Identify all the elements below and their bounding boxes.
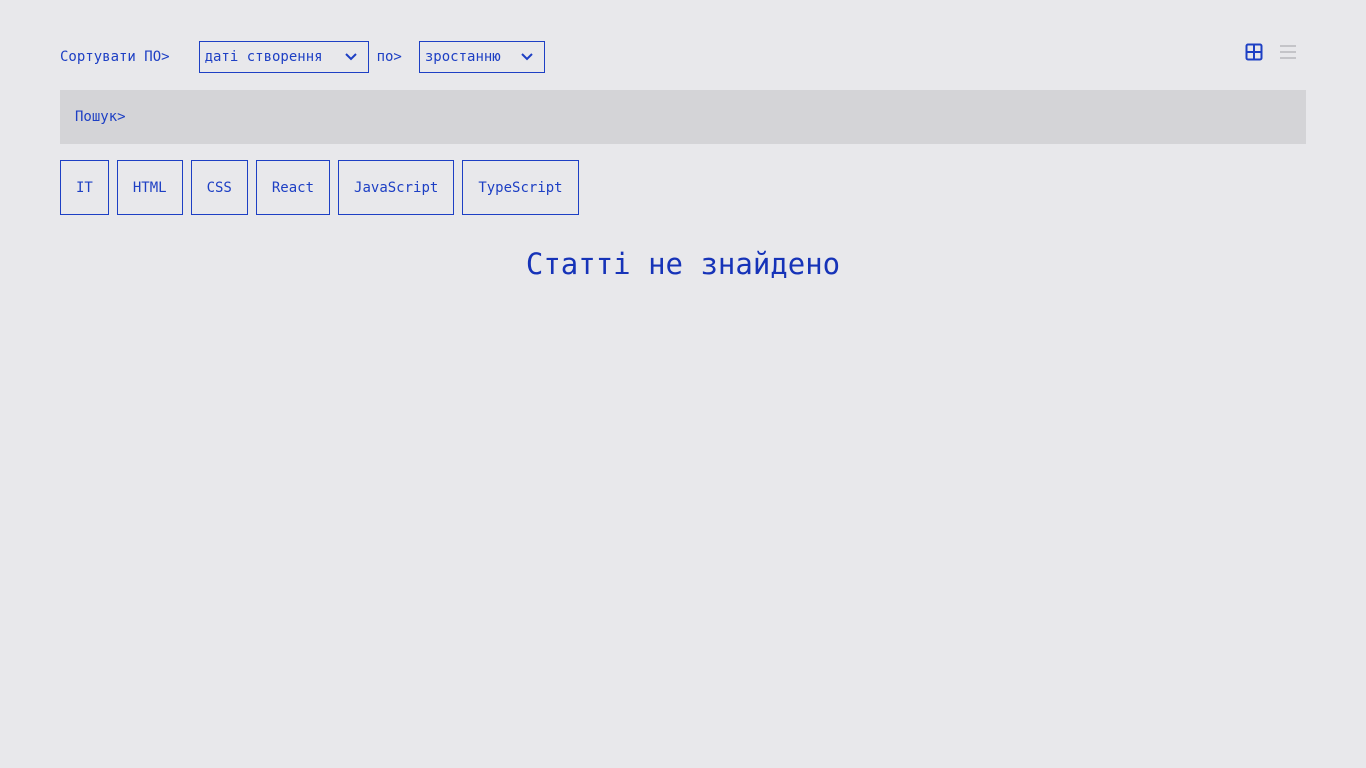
tag-css[interactable]: CSS [190, 160, 248, 215]
list-icon [1280, 45, 1296, 59]
tag-react[interactable]: React [255, 160, 331, 215]
chevron-down-icon [521, 53, 533, 61]
tag-javascript[interactable]: JavaScript [338, 160, 455, 215]
tag-html[interactable]: HTML [116, 160, 183, 215]
grid-view-button[interactable] [1244, 42, 1264, 62]
tag-list: IT HTML CSS React JavaScript TypeScript [60, 160, 579, 215]
chevron-down-icon [344, 53, 357, 61]
tag-it[interactable]: IT [60, 160, 109, 215]
page: Сортувати ПО> даті створення по> зростан… [0, 0, 1366, 768]
sort-by-label: по> [376, 49, 402, 65]
empty-state-message: Статті не знайдено [525, 247, 841, 281]
sort-label: Сортувати ПО> [60, 49, 170, 65]
sort-order-value: зростанню [424, 49, 501, 65]
sort-order-select[interactable]: зростанню [418, 41, 545, 73]
search-bar[interactable]: Пошук> [60, 89, 1306, 145]
sort-field-select[interactable]: даті створення [198, 41, 369, 73]
search-label: Пошук> [75, 109, 126, 125]
sort-field-value: даті створення [204, 49, 323, 65]
search-input[interactable] [125, 89, 1306, 145]
grid-icon [1245, 43, 1263, 61]
tag-typescript[interactable]: TypeScript [462, 160, 579, 215]
sort-bar: Сортувати ПО> даті створення по> зростан… [60, 40, 545, 74]
list-view-button[interactable] [1278, 42, 1298, 62]
view-toggle [1244, 42, 1298, 62]
